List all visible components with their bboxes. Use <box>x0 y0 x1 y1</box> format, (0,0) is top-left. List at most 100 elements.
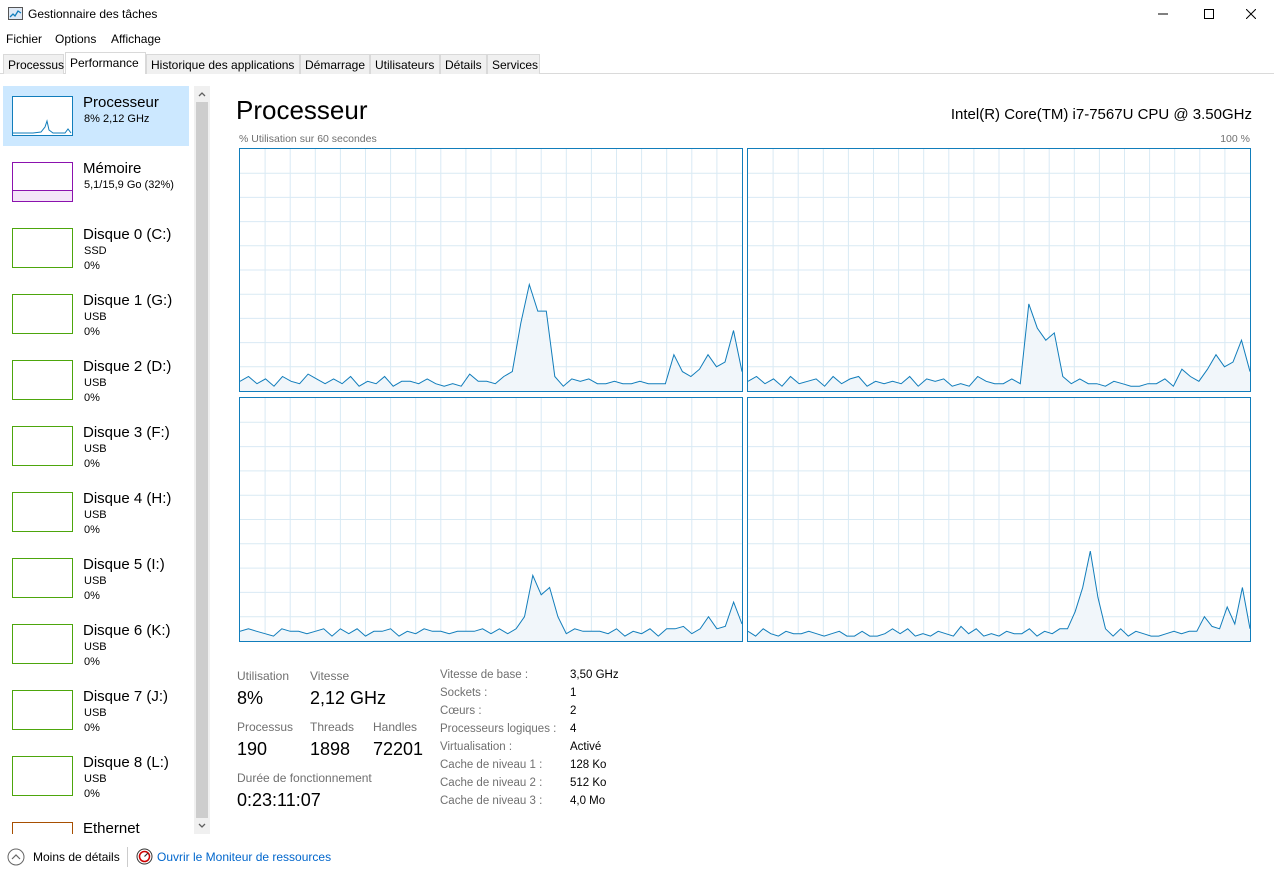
tab-performance[interactable]: Performance <box>65 52 146 74</box>
sidebar-item-title: Mémoire <box>83 160 142 177</box>
title-bar: Gestionnaire des tâches <box>0 0 1274 28</box>
sidebar-item-value: 0% <box>84 788 100 800</box>
sidebar-item-value: 0% <box>84 590 100 602</box>
page-title: Processeur <box>236 95 368 125</box>
spec-label: Virtualisation : <box>440 741 513 753</box>
sidebar-item-subtitle: 5,1/15,9 Go (32%) <box>84 179 174 191</box>
sidebar-item-title: Disque 6 (K:) <box>83 622 171 639</box>
tab-strip: Processus Performance Historique des app… <box>0 52 1274 74</box>
close-button[interactable] <box>1228 0 1274 28</box>
sidebar-item-subtitle: USB <box>84 311 107 323</box>
spec-value: 3,50 GHz <box>570 669 619 681</box>
sidebar-thumbnail <box>12 162 73 202</box>
sidebar-item-subtitle: USB <box>84 377 107 389</box>
minimize-icon <box>1158 13 1168 15</box>
sidebar-item-subtitle: USB <box>84 641 107 653</box>
sidebar-item-value: 0% <box>84 326 100 338</box>
sidebar-item-6[interactable]: Disque 4 (H:) USB 0% <box>3 482 189 542</box>
footer-divider <box>127 847 128 867</box>
resource-sidebar: Processeur 8% 2,12 GHz Mémoire 5,1/15,9 Go … <box>0 82 212 834</box>
cpu-graph-1 <box>747 148 1251 392</box>
sidebar-thumbnail <box>12 624 73 664</box>
sidebar-scrollbar[interactable] <box>194 86 210 834</box>
sidebar-thumbnail <box>12 294 73 334</box>
sidebar-thumbnail <box>12 360 73 400</box>
graph-caption: % Utilisation sur 60 secondes <box>239 133 377 145</box>
spec-label: Cœurs : <box>440 705 482 717</box>
threads-value: 1898 <box>310 739 351 759</box>
menu-bar: Fichier Options Affichage <box>0 29 1274 49</box>
utilisation-value: 8% <box>237 688 264 708</box>
spec-label: Cache de niveau 3 : <box>440 795 543 807</box>
minimize-button[interactable] <box>1140 0 1186 28</box>
sidebar-item-title: Processeur <box>83 94 159 111</box>
tab-demarrage[interactable]: Démarrage <box>300 54 370 74</box>
processus-value: 190 <box>237 739 268 759</box>
spec-value: 1 <box>570 687 577 699</box>
tab-processus[interactable]: Processus <box>3 54 64 74</box>
sidebar-item-subtitle: SSD <box>84 245 107 257</box>
sidebar-item-value: 0% <box>84 524 100 536</box>
tab-historique[interactable]: Historique des applications <box>146 54 300 74</box>
sidebar-item-8[interactable]: Disque 6 (K:) USB 0% <box>3 614 189 674</box>
task-manager-icon <box>8 7 23 20</box>
threads-label: Threads <box>310 720 355 734</box>
sidebar-item-subtitle: USB <box>84 773 107 785</box>
chevron-up-icon <box>198 92 206 97</box>
sidebar-item-value: 0% <box>84 260 100 272</box>
sidebar-thumbnail <box>12 690 73 730</box>
spec-label: Sockets : <box>440 687 488 699</box>
handles-value: 72201 <box>373 739 424 759</box>
sidebar-item-4[interactable]: Disque 2 (D:) USB 0% <box>3 350 189 410</box>
sidebar-item-title: Ethernet <box>83 820 140 834</box>
sidebar-item-title: Disque 3 (F:) <box>83 424 170 441</box>
sidebar-item-title: Disque 0 (C:) <box>83 226 172 243</box>
spec-value: Activé <box>570 741 602 753</box>
spec-label: Processeurs logiques : <box>440 723 557 735</box>
cpu-graph-3 <box>747 397 1251 642</box>
resource-monitor-icon <box>136 848 153 865</box>
maximize-icon <box>1204 9 1214 19</box>
tab-utilisateurs[interactable]: Utilisateurs <box>370 54 440 74</box>
sidebar-item-subtitle: USB <box>84 509 107 521</box>
sidebar-thumbnail <box>12 426 73 466</box>
spec-value: 4,0 Mo <box>570 795 606 807</box>
sidebar-item-value: 0% <box>84 722 100 734</box>
uptime-value: 0:23:11:07 <box>237 790 321 810</box>
uptime-label: Durée de fonctionnement <box>237 771 372 785</box>
menu-affichage[interactable]: Affichage <box>111 32 161 46</box>
sidebar-item-0[interactable]: Processeur 8% 2,12 GHz <box>3 86 189 146</box>
sidebar-item-2[interactable]: Disque 0 (C:) SSD 0% <box>3 218 189 278</box>
scroll-thumb[interactable] <box>196 102 208 818</box>
cpu-model: Intel(R) Core(TM) i7-7567U CPU @ 3.50GHz <box>950 106 1252 123</box>
menu-options[interactable]: Options <box>55 32 96 46</box>
spec-value: 512 Ko <box>570 777 607 789</box>
less-details-button[interactable]: Moins de détails <box>33 850 120 864</box>
sidebar-item-5[interactable]: Disque 3 (F:) USB 0% <box>3 416 189 476</box>
sidebar-item-7[interactable]: Disque 5 (I:) USB 0% <box>3 548 189 608</box>
scroll-up-button[interactable] <box>194 86 210 102</box>
spec-value: 4 <box>570 723 577 735</box>
sidebar-item-subtitle: 8% 2,12 GHz <box>84 113 150 125</box>
tab-services[interactable]: Services <box>487 54 540 74</box>
sidebar-item-11[interactable]: EthernetEthernet <box>3 812 189 834</box>
sidebar-item-10[interactable]: Disque 8 (L:) USB 0% <box>3 746 189 806</box>
footer: Moins de détails Ouvrir le Moniteur de r… <box>0 842 1274 872</box>
sidebar-item-title: Disque 7 (J:) <box>83 688 169 705</box>
sidebar-thumbnail <box>12 492 73 532</box>
menu-fichier[interactable]: Fichier <box>6 32 42 46</box>
resource-monitor-link[interactable]: Ouvrir le Moniteur de ressources <box>157 850 331 864</box>
sidebar-item-3[interactable]: Disque 1 (G:) USB 0% <box>3 284 189 344</box>
sidebar-item-value: 0% <box>84 458 100 470</box>
sidebar-item-1[interactable]: Mémoire 5,1/15,9 Go (32%) <box>3 152 189 212</box>
close-icon <box>1246 9 1256 19</box>
scroll-down-button[interactable] <box>194 818 210 834</box>
tab-details[interactable]: Détails <box>440 54 487 74</box>
maximize-button[interactable] <box>1186 0 1232 28</box>
chevron-up-circle-icon[interactable] <box>7 848 25 866</box>
handles-label: Handles <box>373 720 418 734</box>
cpu-graph-0 <box>239 148 743 392</box>
spec-value: 128 Ko <box>570 759 607 771</box>
spec-label: Cache de niveau 2 : <box>440 777 543 789</box>
sidebar-item-9[interactable]: Disque 7 (J:) USB 0% <box>3 680 189 740</box>
